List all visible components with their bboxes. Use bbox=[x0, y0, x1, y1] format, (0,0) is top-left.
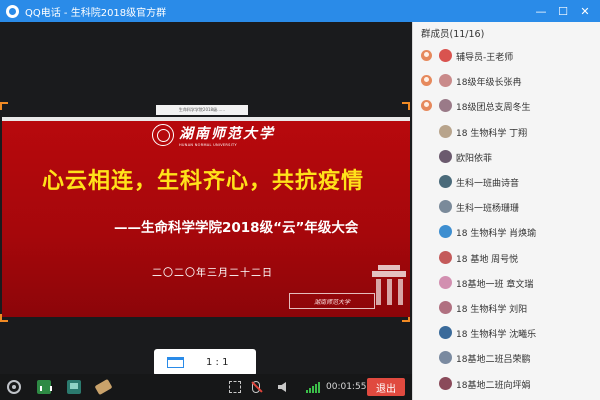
university-seal-icon bbox=[152, 124, 174, 146]
avatar[interactable] bbox=[439, 326, 452, 340]
member-name: 生科一班杨珊珊 bbox=[456, 204, 520, 215]
member-row[interactable]: 18 生物科学 沈曦乐 bbox=[413, 324, 600, 342]
avatar[interactable] bbox=[439, 74, 452, 88]
slide-subheadline: ——生命科学学院2018级“云”年级大会 bbox=[114, 220, 359, 236]
member-row[interactable]: 18 生物科学 丁翔 bbox=[413, 123, 600, 141]
settings-icon[interactable] bbox=[7, 380, 21, 394]
avatar[interactable] bbox=[439, 351, 452, 365]
zoom-control[interactable]: 1 : 1 bbox=[154, 349, 256, 376]
campus-gate-illustration bbox=[372, 265, 406, 305]
avatar[interactable] bbox=[439, 99, 452, 113]
qq-call-icon bbox=[6, 4, 19, 18]
admin-role-icon bbox=[421, 75, 432, 87]
university-name-en: HUNAN NORMAL UNIVERSITY bbox=[179, 143, 237, 147]
member-row[interactable]: 18级团总支周冬生 bbox=[413, 97, 600, 115]
minimize-button[interactable]: — bbox=[530, 0, 552, 22]
member-name: 欧阳依菲 bbox=[456, 153, 493, 164]
avatar[interactable] bbox=[439, 376, 452, 390]
member-row[interactable]: 18基地二班吕荣鹏 bbox=[413, 349, 600, 367]
avatar[interactable] bbox=[439, 124, 452, 138]
slide-top-strip: 生命科学学院2018级…… bbox=[156, 105, 248, 115]
member-name: 18 生物科学 沈曦乐 bbox=[456, 330, 537, 341]
slide-top-band bbox=[2, 117, 410, 121]
member-name: 辅导员-王老师 bbox=[456, 53, 514, 63]
frame-corner-top-left bbox=[0, 102, 8, 110]
fullscreen-icon[interactable] bbox=[229, 381, 241, 393]
speaker-icon[interactable] bbox=[278, 382, 286, 392]
share-screen-icon[interactable] bbox=[67, 380, 81, 394]
title-bar: QQ电话 - 生科院2018级官方群 — ☐ ✕ bbox=[0, 0, 600, 22]
member-row[interactable]: 18基地一班 章文瑞 bbox=[413, 274, 600, 292]
window-title: QQ电话 - 生科院2018级官方群 bbox=[25, 7, 167, 19]
window-controls: — ☐ ✕ bbox=[530, 0, 596, 22]
shared-screen-stage[interactable]: 生命科学学院2018级…… 湖南师范大学 HUNAN NORMAL UNIVER… bbox=[0, 22, 412, 376]
member-row[interactable]: 18级年级长张冉 bbox=[413, 72, 600, 90]
university-name-cn: 湖南师范大学 bbox=[179, 126, 275, 142]
member-name: 18基地二班向坪娟 bbox=[456, 380, 531, 391]
member-name: 生科一班曲诗音 bbox=[456, 179, 520, 189]
member-panel: 群成员(11/16) 辅导员-王老师 18级年级长张冉 18级团总支周冬生 18 生物… bbox=[412, 22, 600, 400]
member-name: 18级年级长张冉 bbox=[456, 78, 522, 89]
avatar[interactable] bbox=[439, 301, 452, 314]
admin-role-icon bbox=[421, 50, 432, 61]
member-row[interactable]: 生科一班曲诗音 bbox=[413, 173, 600, 191]
member-row[interactable]: 18基地二班向坪娟 bbox=[413, 375, 600, 393]
frame-corner-top-right bbox=[402, 102, 410, 110]
zoom-ratio[interactable]: 1 : 1 bbox=[206, 357, 228, 368]
member-row[interactable]: 18 基地 周号悦 bbox=[413, 249, 600, 267]
whiteboard-icon[interactable] bbox=[94, 378, 113, 396]
member-name: 18 生物科学 刘阳 bbox=[456, 305, 528, 315]
poll-icon[interactable] bbox=[37, 380, 52, 394]
member-count-header: 群成员(11/16) bbox=[421, 29, 485, 40]
university-stamp: 湖南师范大学 bbox=[289, 293, 375, 309]
member-name: 18 生物科学 丁翔 bbox=[456, 128, 528, 139]
avatar[interactable] bbox=[439, 175, 452, 188]
member-row[interactable]: 辅导员-王老师 bbox=[413, 47, 600, 65]
member-name: 18 生物科学 肖焕瑜 bbox=[456, 229, 537, 240]
member-row[interactable]: 欧阳依菲 bbox=[413, 148, 600, 166]
admin-role-icon bbox=[421, 100, 432, 112]
avatar[interactable] bbox=[439, 149, 452, 163]
avatar[interactable] bbox=[439, 225, 452, 239]
avatar[interactable] bbox=[439, 275, 452, 289]
member-name: 18 基地 周号悦 bbox=[456, 254, 519, 265]
member-name: 18基地二班吕荣鹏 bbox=[456, 355, 531, 366]
call-control-bar: 00:01:55 退出 bbox=[0, 374, 412, 400]
member-row[interactable]: 18 生物科学 刘阳 bbox=[413, 299, 600, 317]
member-row[interactable]: 18 生物科学 肖焕瑜 bbox=[413, 223, 600, 241]
member-row[interactable]: 生科一班杨珊珊 bbox=[413, 198, 600, 216]
presentation-slide: 湖南师范大学 HUNAN NORMAL UNIVERSITY 心云相连，生科齐心… bbox=[2, 117, 410, 317]
avatar[interactable] bbox=[439, 250, 452, 264]
slide-headline: 心云相连，生科齐心，共抗疫情 bbox=[42, 169, 365, 194]
call-timer: 00:01:55 bbox=[326, 382, 367, 392]
signal-icon bbox=[306, 382, 320, 393]
maximize-button[interactable]: ☐ bbox=[552, 0, 574, 22]
exit-button[interactable]: 退出 bbox=[367, 378, 405, 396]
close-button[interactable]: ✕ bbox=[574, 0, 596, 22]
fit-window-icon[interactable] bbox=[167, 357, 184, 368]
avatar[interactable] bbox=[439, 49, 452, 62]
slide-date: 二〇二〇年三月二十二日 bbox=[152, 268, 273, 279]
member-name: 18基地一班 章文瑞 bbox=[456, 279, 534, 290]
university-logo: 湖南师范大学 HUNAN NORMAL UNIVERSITY bbox=[152, 122, 275, 148]
member-name: 18级团总支周冬生 bbox=[456, 103, 531, 114]
avatar[interactable] bbox=[439, 200, 452, 214]
